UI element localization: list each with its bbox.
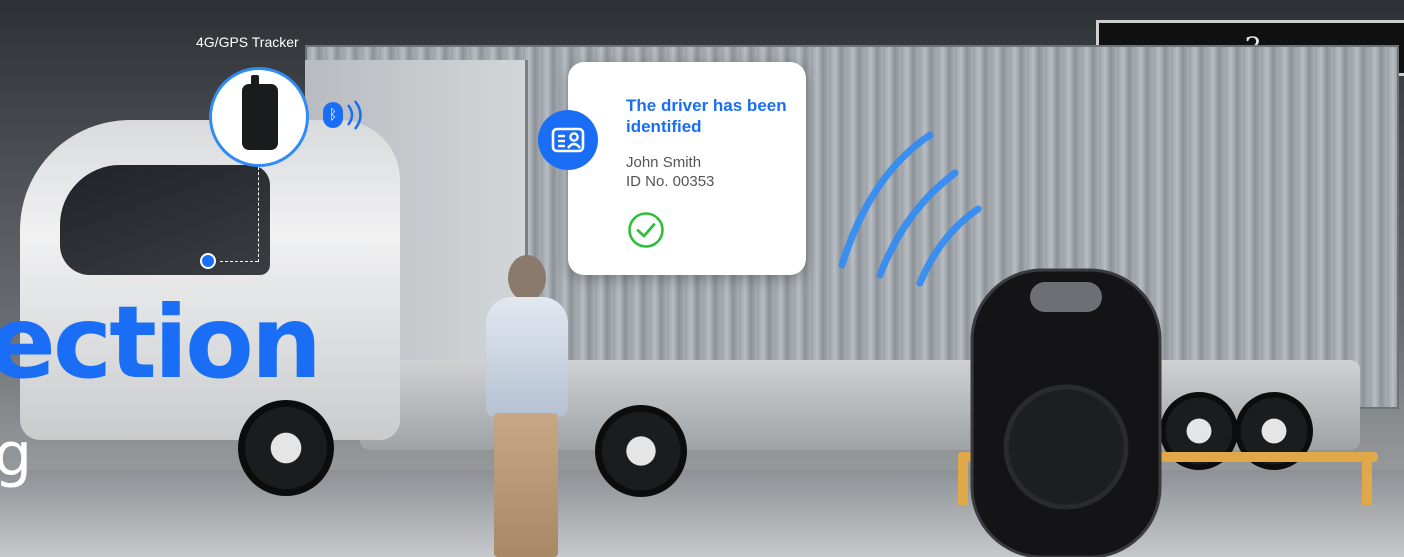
tracker-callout <box>209 67 309 167</box>
gps-tracker-icon <box>242 75 278 150</box>
driver-id-number: ID No. 00353 <box>626 173 715 190</box>
truck-windshield <box>60 165 270 275</box>
hero-headline-fragment: ection <box>0 284 322 401</box>
truck-front-wheel <box>238 400 334 496</box>
driver-name: John Smith <box>626 154 702 171</box>
tracker-label: 4G/GPS Tracker <box>196 34 299 50</box>
safety-rail-post <box>1362 455 1372 505</box>
id-card-icon <box>538 110 598 170</box>
safety-rail-post <box>958 455 968 505</box>
check-circle-icon <box>628 212 664 248</box>
driver-shirt <box>486 297 568 417</box>
tracker-connector-line <box>220 261 258 262</box>
hero-subline-fragment: g <box>0 420 33 490</box>
bluetooth-signal-icon <box>346 100 362 130</box>
signal-waves-icon <box>838 131 982 287</box>
truck-rear-wheel <box>595 405 687 497</box>
warehouse-floor <box>0 470 1404 557</box>
tracker-connector-line <box>258 167 259 262</box>
card-title: The driver has been identified <box>626 96 787 136</box>
driver-figure <box>468 255 578 557</box>
driver-pants <box>494 413 558 557</box>
driver-head <box>508 255 546 301</box>
tracker-mount-point <box>200 253 216 269</box>
bluetooth-tag-icon <box>970 268 1162 557</box>
bluetooth-icon: ᛒ <box>323 102 343 128</box>
